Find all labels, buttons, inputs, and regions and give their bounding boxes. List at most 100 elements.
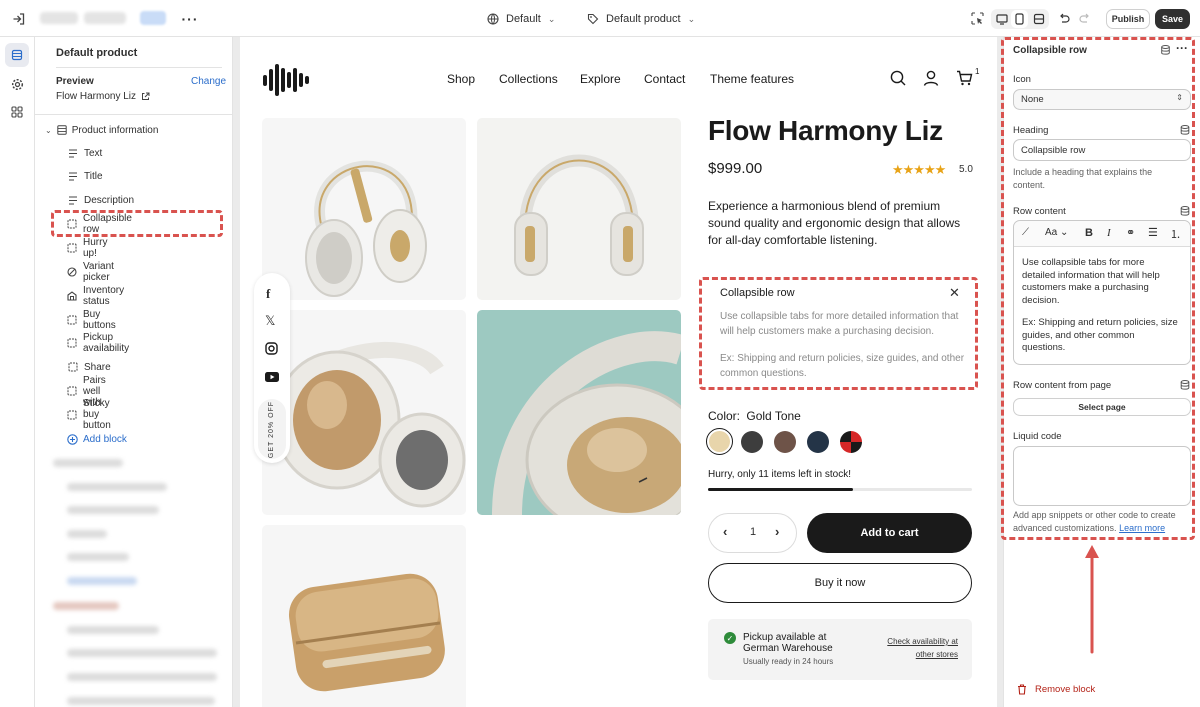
- publish-button[interactable]: Publish: [1106, 9, 1150, 29]
- text-icon: [67, 171, 78, 182]
- swatch-navy[interactable]: [807, 431, 829, 453]
- storefront-preview: Shop Collections Explore Contact Theme f…: [240, 37, 997, 707]
- x-twitter-icon[interactable]: 𝕏: [265, 313, 275, 329]
- block-item[interactable]: Sticky buy button: [67, 398, 112, 431]
- product-image-1[interactable]: [262, 118, 466, 300]
- exit-icon[interactable]: [10, 10, 27, 27]
- block-settings-panel: Collapsible row ··· Icon None ⇕ Heading …: [1001, 37, 1200, 707]
- highlight-collapsible-row: [51, 210, 223, 237]
- nav-shop[interactable]: Shop: [447, 72, 475, 86]
- undo-icon[interactable]: [1055, 10, 1072, 27]
- rating-value: 5.0: [959, 164, 973, 175]
- pickup-availability: ✓ Pickup available at German Warehouse U…: [708, 619, 972, 680]
- block-item[interactable]: Description: [67, 191, 134, 211]
- add-block-button[interactable]: Add block: [67, 432, 127, 446]
- block-item[interactable]: Inventory status: [67, 285, 125, 307]
- chevron-down-icon: ⌄: [45, 125, 52, 135]
- store-name-blurred: [40, 12, 78, 24]
- instagram-icon[interactable]: [265, 342, 278, 355]
- save-button[interactable]: Save: [1155, 9, 1190, 29]
- redo-icon[interactable]: [1076, 10, 1093, 27]
- block-item-label: Hurry up!: [83, 237, 108, 260]
- chevron-down-icon: ⌄: [687, 13, 696, 24]
- apps-icon[interactable]: [5, 100, 29, 124]
- add-block-label: Add block: [83, 433, 127, 445]
- fullwidth-icon[interactable]: [1030, 10, 1047, 28]
- swatch-brown[interactable]: [774, 431, 796, 453]
- nav-theme-features[interactable]: Theme features: [710, 72, 794, 86]
- text-icon: [67, 195, 78, 206]
- preview-product-link[interactable]: Flow Harmony Liz: [56, 91, 150, 102]
- remove-block-button[interactable]: Remove block: [1017, 684, 1095, 695]
- desktop-icon[interactable]: [993, 10, 1010, 28]
- quantity-stepper: ‹ 1 ›: [708, 513, 797, 553]
- block-item-label: Description: [84, 195, 135, 207]
- more-actions-icon[interactable]: ···: [181, 10, 199, 28]
- theme-select-label: Default: [506, 13, 541, 25]
- block-item-label: Sticky buy button: [83, 398, 111, 432]
- globe-icon: [487, 13, 499, 25]
- color-value: Gold Tone: [746, 409, 801, 423]
- block-item[interactable]: Title: [67, 167, 103, 187]
- facebook-icon[interactable]: f: [266, 286, 270, 302]
- cart-count: 1: [975, 67, 980, 76]
- store-logo[interactable]: [262, 64, 310, 96]
- decrease-quantity-button[interactable]: ‹: [723, 524, 727, 539]
- section-product-information[interactable]: ⌄ Product information: [45, 122, 158, 138]
- nav-collections[interactable]: Collections: [499, 72, 558, 86]
- collapsible-icon: [67, 314, 77, 325]
- product-image-5[interactable]: [262, 525, 466, 707]
- collapsible-icon: [67, 338, 77, 349]
- social-sidebar: f 𝕏 GET 20% OFF: [254, 273, 290, 463]
- search-icon[interactable]: [890, 70, 906, 86]
- youtube-icon[interactable]: [265, 372, 279, 382]
- preview-product-name: Flow Harmony Liz: [56, 91, 137, 102]
- stock-progress-track: [708, 488, 972, 491]
- template-selector[interactable]: Default product ⌄: [587, 10, 695, 28]
- variant-icon: [67, 267, 77, 278]
- product-description: Experience a harmonious blend of premium…: [708, 199, 961, 247]
- nav-explore[interactable]: Explore: [580, 72, 621, 86]
- theme-selector[interactable]: Default ⌄: [487, 10, 555, 28]
- block-item[interactable]: Text: [67, 143, 102, 163]
- trash-icon: [1018, 684, 1026, 695]
- check-availability-link[interactable]: Check availability at other stores: [876, 635, 958, 661]
- change-preview-link[interactable]: Change: [191, 76, 226, 87]
- live-badge-blurred: [140, 11, 166, 25]
- external-link-icon: [142, 92, 150, 100]
- increase-quantity-button[interactable]: ›: [775, 524, 779, 539]
- plus-circle-icon: [67, 433, 78, 445]
- block-item-label: Pickup availability: [83, 332, 130, 355]
- block-item-label: Share: [84, 361, 111, 373]
- block-item[interactable]: Pickup availability: [67, 332, 130, 355]
- buy-now-button[interactable]: Buy it now: [708, 563, 972, 603]
- swatch-gold[interactable]: [706, 428, 733, 455]
- quantity-value[interactable]: 1: [750, 526, 756, 538]
- product-image-4[interactable]: [477, 310, 681, 515]
- collapsible-icon: [67, 409, 77, 420]
- product-image-2[interactable]: [477, 118, 681, 300]
- swatch-red-black[interactable]: [840, 431, 862, 453]
- sidebar-rail: [0, 37, 35, 707]
- inspector-icon[interactable]: [969, 10, 986, 27]
- sections-icon[interactable]: [5, 43, 29, 67]
- block-item[interactable]: Hurry up!: [67, 237, 108, 260]
- settings-gear-icon[interactable]: [5, 72, 29, 96]
- block-item[interactable]: Variant picker: [67, 261, 115, 283]
- nav-contact[interactable]: Contact: [644, 72, 685, 86]
- account-icon[interactable]: [923, 70, 939, 86]
- stock-text: Hurry, only 11 items left in stock!: [708, 469, 852, 480]
- product-title: Flow Harmony Liz: [708, 115, 943, 146]
- cart-icon[interactable]: [956, 70, 973, 86]
- sections-panel: Default product Preview Change Flow Harm…: [35, 37, 233, 707]
- preview-label: Preview: [56, 76, 94, 87]
- swatch-charcoal[interactable]: [741, 431, 763, 453]
- panel-title: Default product: [56, 47, 138, 59]
- mobile-icon[interactable]: [1011, 10, 1028, 28]
- block-item[interactable]: Buy buttons: [67, 309, 117, 331]
- top-toolbar: ··· Default ⌄ Default product ⌄ Publish …: [0, 0, 1200, 37]
- store-status-blurred: [84, 12, 126, 24]
- discount-tab[interactable]: GET 20% OFF: [258, 399, 286, 459]
- add-to-cart-button[interactable]: Add to cart: [807, 513, 972, 553]
- product-image-3[interactable]: [262, 310, 466, 515]
